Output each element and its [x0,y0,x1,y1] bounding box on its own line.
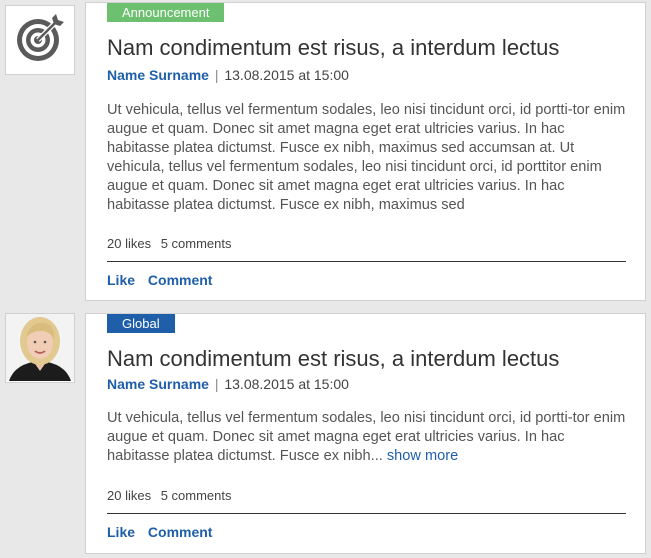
post-title[interactable]: Nam condimentum est risus, a interdum le… [107,35,559,61]
post-actions: Like Comment [107,524,212,540]
likes-count: 20 likes [107,236,152,251]
meta-separator: | [214,67,219,83]
post-stats: 20 likes 5 comments [107,488,232,503]
comments-count: 5 comments [160,236,232,251]
post-title[interactable]: Nam condimentum est risus, a interdum le… [107,346,559,372]
comment-button[interactable]: Comment [148,524,213,540]
post-date: 13.08.2015 at 15:00 [224,67,349,83]
target-icon [12,10,68,71]
post-avatar[interactable] [5,5,75,75]
like-button[interactable]: Like [107,524,135,540]
category-badge: Announcement [107,3,225,22]
like-button[interactable]: Like [107,272,135,288]
post-avatar[interactable] [5,313,75,383]
post-body-text: Ut vehicula, tellus vel fermentum sodale… [107,410,626,464]
comment-button[interactable]: Comment [148,272,213,288]
post-meta: Name Surname | 13.08.2015 at 15:00 [107,67,349,83]
divider [107,513,626,514]
likes-count: 20 likes [107,488,152,503]
post-actions: Like Comment [107,272,212,288]
post-date: 13.08.2015 at 15:00 [224,376,349,392]
meta-separator: | [214,376,219,392]
divider [107,261,626,262]
post-card: Announcement Nam condimentum est risus, … [85,2,646,301]
post-body: Ut vehicula, tellus vel fermentum sodale… [107,409,627,466]
author-link[interactable]: Name Surname [107,67,209,83]
category-badge: Global [107,314,175,333]
post-body: Ut vehicula, tellus vel fermentum sodale… [107,102,626,213]
post-card: Global Nam condimentum est risus, a inte… [85,313,646,554]
author-link[interactable]: Name Surname [107,376,209,392]
user-photo [6,314,74,382]
comments-count: 5 comments [160,488,232,503]
show-more-link[interactable]: show more [387,448,458,464]
post-stats: 20 likes 5 comments [107,236,232,251]
post-meta: Name Surname | 13.08.2015 at 15:00 [107,376,349,392]
